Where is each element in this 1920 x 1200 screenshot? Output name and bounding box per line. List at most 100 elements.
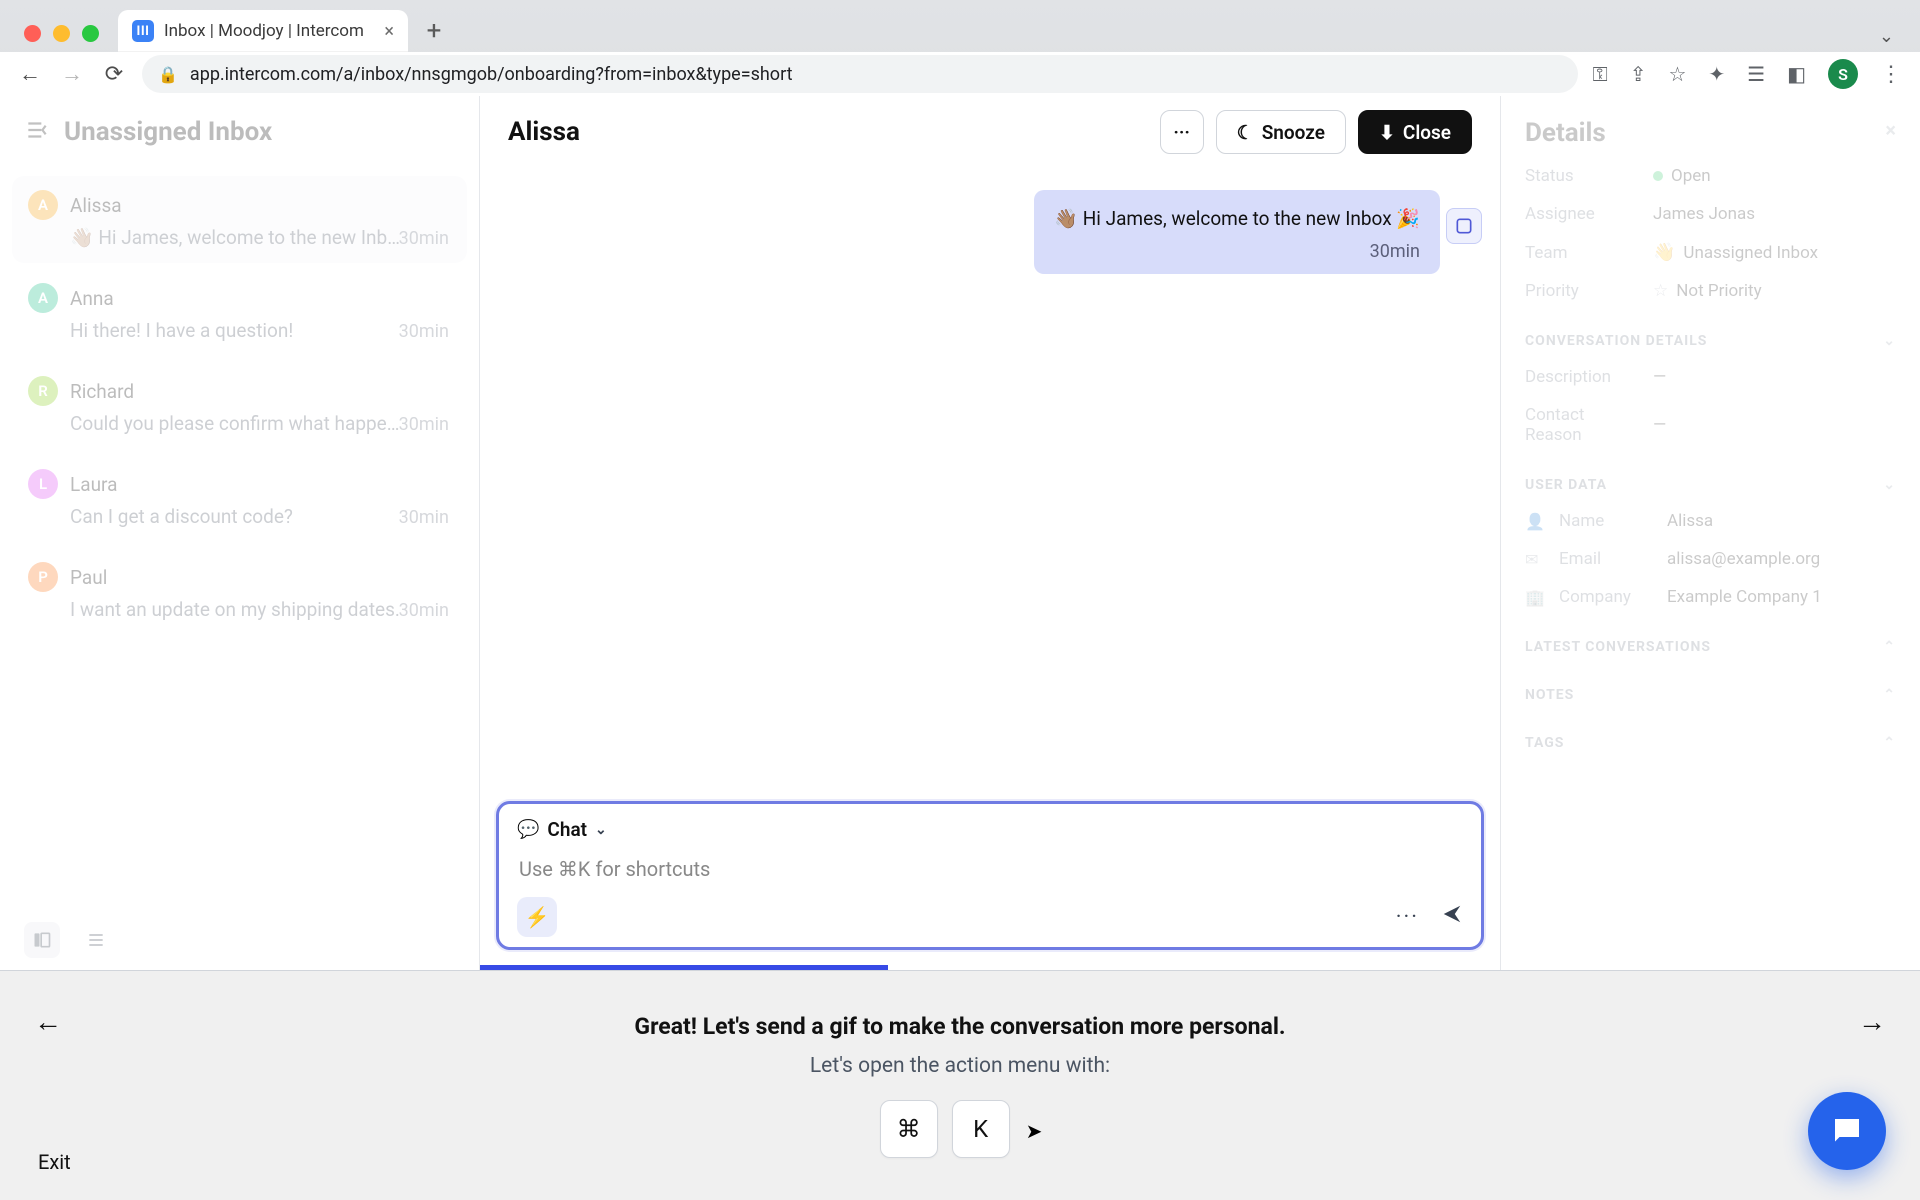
user-icon: 👤 <box>1525 512 1547 531</box>
send-button[interactable] <box>1441 903 1463 931</box>
tabs-dropdown-icon[interactable]: ⌄ <box>1879 26 1894 47</box>
chevron-up-icon: ⌃ <box>1883 687 1896 703</box>
status-key: Status <box>1525 166 1641 186</box>
onboarding-next-button[interactable]: → <box>1858 1005 1886 1038</box>
conversation-time: 30min <box>399 228 449 249</box>
conversation-name: Richard <box>70 380 134 403</box>
name-value[interactable]: Alissa <box>1667 511 1713 531</box>
conversation-preview: Can I get a discount code? <box>28 505 451 528</box>
moon-icon: ☾ <box>1237 121 1254 144</box>
reason-value[interactable]: — <box>1653 415 1666 435</box>
reason-key: Contact Reason <box>1525 405 1641 445</box>
company-key: Company <box>1559 587 1655 607</box>
section-conversation-details[interactable]: CONVERSATION DETAILS <box>1525 333 1707 349</box>
conversation-item[interactable]: R Richard Could you please confirm what … <box>12 362 467 449</box>
inbox-title: Unassigned Inbox <box>64 117 272 147</box>
collapse-sidebar-icon[interactable] <box>24 117 50 147</box>
avatar: L <box>28 469 58 499</box>
conversation-title: Alissa <box>508 117 1148 147</box>
description-value[interactable]: — <box>1653 367 1666 387</box>
message-time: 30min <box>1054 240 1420 264</box>
profile-avatar[interactable]: S <box>1828 59 1858 89</box>
assignee-value[interactable]: James Jonas <box>1653 204 1755 224</box>
toolbar: ← → ⟳ 🔒 app.intercom.com/a/inbox/nnsgmgo… <box>0 52 1920 96</box>
sidepanel-icon[interactable]: ◧ <box>1787 62 1806 86</box>
key-icon[interactable]: ⚿ <box>1592 62 1607 86</box>
view-columns-button[interactable] <box>24 922 60 958</box>
team-value[interactable]: 👋Unassigned Inbox <box>1653 242 1818 263</box>
onboarding-prev-button[interactable]: ← <box>34 1005 62 1038</box>
new-tab-button[interactable]: + <box>418 16 450 46</box>
description-key: Description <box>1525 367 1641 387</box>
status-value[interactable]: Open <box>1653 166 1711 186</box>
window-minimize-button[interactable] <box>53 25 70 42</box>
name-key: Name <box>1559 511 1655 531</box>
back-button[interactable]: ← <box>16 61 44 87</box>
address-bar[interactable]: 🔒 app.intercom.com/a/inbox/nnsgmgob/onbo… <box>142 55 1578 93</box>
conversation-preview: Could you please confirm what happe… <box>28 412 451 435</box>
conversation-panel: Alissa ··· ☾ Snooze ⬇ Close 👋🏽 Hi James,… <box>480 96 1500 970</box>
conversation-list: A Alissa 👋🏽 Hi James, welcome to the new… <box>0 168 479 910</box>
composer-mode-label: Chat <box>547 818 587 841</box>
more-button[interactable]: ··· <box>1160 110 1204 154</box>
tab-favicon-icon: III <box>132 20 154 42</box>
inbox-header: Unassigned Inbox <box>0 96 479 168</box>
section-tags[interactable]: TAGS <box>1525 735 1564 751</box>
conversation-time: 30min <box>399 600 449 621</box>
composer[interactable]: 💬 Chat ⌄ Use ⌘K for shortcuts ⚡ ··· <box>496 801 1484 950</box>
snooze-button[interactable]: ☾ Snooze <box>1216 110 1346 154</box>
chat-icon: 💬 <box>517 819 539 840</box>
section-notes[interactable]: NOTES <box>1525 687 1574 703</box>
archive-icon: ⬇ <box>1379 121 1395 144</box>
conversation-preview: Hi there! I have a question! <box>28 319 451 342</box>
window-maximize-button[interactable] <box>82 25 99 42</box>
close-button[interactable]: ⬇ Close <box>1358 110 1472 154</box>
intercom-launcher[interactable] <box>1808 1092 1886 1170</box>
section-user-data[interactable]: USER DATA <box>1525 477 1607 493</box>
conversation-header: Alissa ··· ☾ Snooze ⬇ Close <box>480 96 1500 168</box>
onboarding-exit-button[interactable]: Exit <box>38 1150 71 1174</box>
onboarding-subtext: Let's open the action menu with: <box>810 1054 1110 1078</box>
chevron-down-icon: ⌄ <box>595 822 607 838</box>
bookmark-icon[interactable]: ☆ <box>1668 62 1686 86</box>
composer-mode-selector[interactable]: 💬 Chat ⌄ <box>517 818 1463 841</box>
browser-tab[interactable]: III Inbox | Moodjoy | Intercom × <box>118 10 408 52</box>
message-source-icon[interactable] <box>1446 208 1482 244</box>
message-bubble: 👋🏽 Hi James, welcome to the new Inbox 🎉 … <box>1034 190 1440 274</box>
forward-button[interactable]: → <box>58 61 86 87</box>
conversation-name: Alissa <box>70 194 122 217</box>
tab-close-icon[interactable]: × <box>384 21 394 42</box>
macros-button[interactable]: ⚡ <box>517 897 557 937</box>
company-icon: 🏢 <box>1525 588 1547 607</box>
composer-wrap: 💬 Chat ⌄ Use ⌘K for shortcuts ⚡ ··· <box>480 801 1500 970</box>
conversation-name: Laura <box>70 473 117 496</box>
view-list-button[interactable] <box>78 922 114 958</box>
section-latest-conversations[interactable]: LATEST CONVERSATIONS <box>1525 639 1711 655</box>
chevron-up-icon: ⌃ <box>1883 639 1896 655</box>
chrome-menu-icon[interactable]: ⋮ <box>1880 62 1904 87</box>
inbox-footer <box>0 910 479 970</box>
priority-key: Priority <box>1525 281 1641 301</box>
extensions-icon[interactable]: ✦ <box>1708 62 1725 86</box>
email-value[interactable]: alissa@example.org <box>1667 549 1820 569</box>
url-text: app.intercom.com/a/inbox/nnsgmgob/onboar… <box>190 64 793 85</box>
conversation-item[interactable]: A Alissa 👋🏽 Hi James, welcome to the new… <box>12 176 467 263</box>
reload-button[interactable]: ⟳ <box>100 62 128 87</box>
company-value[interactable]: Example Company 1 <box>1667 587 1822 607</box>
dim-overlay <box>1501 96 1920 970</box>
details-close-icon[interactable]: × <box>1885 118 1896 148</box>
share-icon[interactable]: ⇪ <box>1630 62 1647 86</box>
window-controls <box>24 25 99 42</box>
conversation-item[interactable]: A Anna Hi there! I have a question! 30mi… <box>12 269 467 356</box>
avatar: P <box>28 562 58 592</box>
conversation-item[interactable]: P Paul I want an update on my shipping d… <box>12 548 467 635</box>
details-panel: Details × StatusOpen AssigneeJames Jonas… <box>1500 96 1920 970</box>
inbox-sidebar: Unassigned Inbox A Alissa 👋🏽 Hi James, w… <box>0 96 480 970</box>
conversation-item[interactable]: L Laura Can I get a discount code? 30min <box>12 455 467 542</box>
composer-more-icon[interactable]: ··· <box>1396 905 1419 930</box>
composer-input[interactable]: Use ⌘K for shortcuts <box>517 853 1463 885</box>
window-close-button[interactable] <box>24 25 41 42</box>
message-area: 👋🏽 Hi James, welcome to the new Inbox 🎉 … <box>480 168 1500 801</box>
priority-value[interactable]: ☆Not Priority <box>1653 281 1762 301</box>
reading-list-icon[interactable]: ☰ <box>1747 62 1765 86</box>
